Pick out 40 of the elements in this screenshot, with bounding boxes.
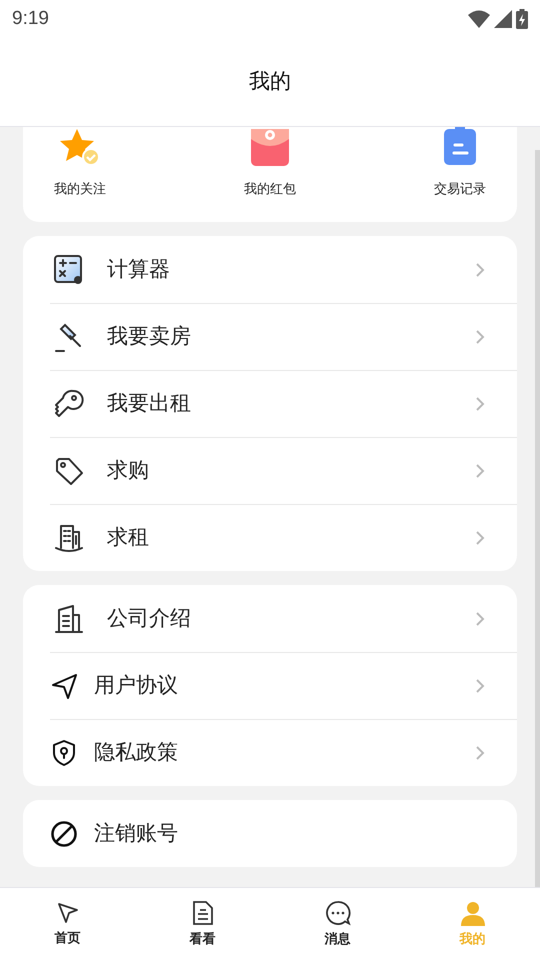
person-icon bbox=[460, 900, 486, 926]
chevron-right-icon bbox=[475, 396, 485, 412]
document-icon bbox=[192, 900, 214, 926]
menu-item[interactable]: 我要卖房 bbox=[50, 303, 517, 370]
menu-item[interactable]: 我要出租 bbox=[50, 370, 517, 437]
shield-icon bbox=[50, 739, 78, 767]
prohibited-icon bbox=[50, 820, 78, 848]
chat-bubble-icon bbox=[324, 900, 350, 926]
battery-icon bbox=[516, 9, 528, 29]
wifi-icon bbox=[468, 10, 490, 28]
status-time: 9:19 bbox=[12, 6, 49, 31]
menu-item[interactable]: 公司介绍 bbox=[50, 585, 517, 652]
menu-item[interactable]: 用户协议 bbox=[50, 652, 517, 719]
menu-item[interactable]: 注销账号 bbox=[50, 800, 517, 867]
chevron-right-icon bbox=[475, 262, 485, 278]
shortcut-button[interactable]: 我的红包 bbox=[235, 128, 305, 198]
chevron-right-icon bbox=[475, 745, 485, 761]
menu-item[interactable]: 计算器 bbox=[50, 236, 517, 303]
building-icon bbox=[53, 602, 85, 634]
shortcut-button[interactable]: 我的关注 bbox=[45, 128, 115, 198]
menu-item[interactable]: 求购 bbox=[50, 437, 517, 504]
nav-tab[interactable]: 看看 bbox=[168, 900, 238, 948]
chevron-right-icon bbox=[475, 678, 485, 694]
menu-item[interactable]: 隐私政策 bbox=[50, 719, 517, 786]
calculator-icon bbox=[53, 254, 85, 286]
building-icon bbox=[53, 522, 85, 554]
chevron-right-icon bbox=[475, 329, 485, 345]
chevron-right-icon bbox=[475, 610, 485, 626]
signal-icon bbox=[494, 10, 512, 28]
menu-item[interactable]: 求租 bbox=[50, 504, 517, 571]
tag-icon bbox=[53, 455, 85, 487]
nav-tab[interactable]: 首页 bbox=[32, 900, 102, 948]
navigation-arrow-icon bbox=[50, 672, 78, 700]
navigation-arrow-icon bbox=[56, 900, 80, 925]
key-icon bbox=[53, 388, 85, 420]
shortcut-button[interactable]: 交易记录 bbox=[425, 126, 495, 198]
chevron-right-icon bbox=[475, 530, 485, 546]
chevron-right-icon bbox=[475, 463, 485, 479]
nav-tab[interactable]: 消息 bbox=[302, 900, 372, 948]
page-title: 我的 bbox=[249, 69, 291, 96]
